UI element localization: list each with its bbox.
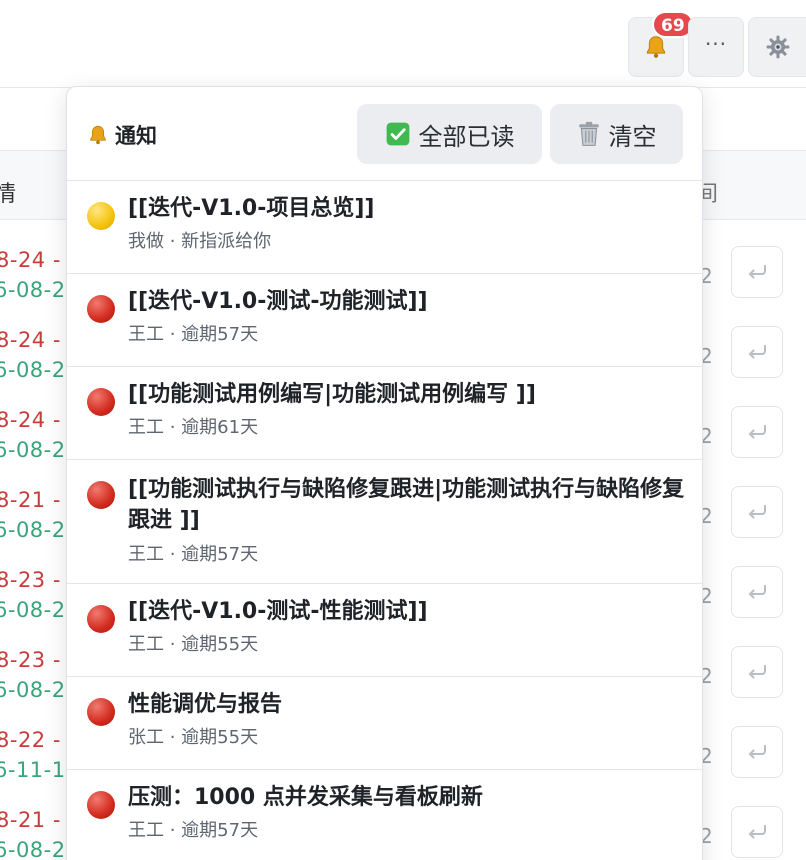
notification-item[interactable]: [[迭代-V1.0-项目总览]] 我做 · 新指派给你 (67, 181, 702, 274)
settings-button[interactable] (748, 17, 806, 77)
return-button[interactable] (731, 406, 783, 458)
status-dot-icon (87, 481, 115, 509)
start-date: 8-24 - (0, 408, 61, 432)
notification-item[interactable]: [[迭代-V1.0-测试-功能测试]] 王工 · 逾期57天 (67, 274, 702, 367)
end-date: 6-08-2 (0, 838, 66, 860)
notification-meta: 我做 · 新指派给你 (128, 231, 272, 252)
mark-all-read-label: 全部已读 (418, 122, 515, 151)
return-button[interactable] (731, 566, 783, 618)
return-button[interactable] (731, 246, 783, 298)
status-dot-icon (87, 698, 115, 726)
popover-title-text: 通知 (115, 124, 157, 148)
notification-title: [[迭代-V1.0-测试-性能测试]] (128, 599, 428, 624)
notification-title: [[功能测试用例编写|功能测试用例编写 ]] (128, 382, 536, 407)
status-dot-icon (87, 791, 115, 819)
return-icon (748, 265, 766, 279)
end-date: 6-08-2 (0, 518, 66, 542)
end-date: 6-08-2 (0, 678, 66, 702)
status-dot-icon (87, 605, 115, 633)
notification-title: 性能调优与报告 (128, 692, 283, 717)
notification-meta: 王工 · 逾期57天 (128, 820, 259, 841)
mark-all-read-button[interactable]: 全部已读 (357, 104, 542, 164)
popover-title: 通知 (87, 120, 157, 150)
return-button[interactable] (731, 806, 783, 858)
notification-title: [[迭代-V1.0-测试-功能测试]] (128, 289, 428, 314)
notification-meta: 王工 · 逾期57天 (128, 324, 259, 345)
start-date: 8-23 - (0, 648, 61, 672)
return-button[interactable] (731, 646, 783, 698)
start-date: 8-24 - (0, 328, 61, 352)
end-date: 6-08-2 (0, 438, 66, 462)
notification-title: [[功能测试执行与缺陷修复跟进|功能测试执行与缺陷修复跟进 ]] (128, 477, 685, 533)
return-icon (748, 745, 766, 759)
start-date: 8-22 - (0, 728, 61, 752)
end-date: 6-08-2 (0, 598, 66, 622)
notification-item[interactable]: [[功能测试执行与缺陷修复跟进|功能测试执行与缺陷修复跟进 ]] 王工 · 逾期… (67, 460, 702, 584)
more-options-button[interactable]: ··· (688, 17, 744, 77)
return-icon (748, 825, 766, 839)
trash-icon (577, 121, 601, 147)
return-button[interactable] (731, 726, 783, 778)
check-icon (385, 121, 411, 147)
notification-title: 压测：1000 点并发采集与看板刷新 (128, 785, 483, 810)
notification-item[interactable]: 压测：1000 点并发采集与看板刷新 王工 · 逾期57天 (67, 770, 702, 860)
notification-popover: 通知 全部已读 清空 [[迭代-V1.0-项目总览]] 我做 · 新指派给你 [… (66, 86, 703, 860)
return-icon (748, 665, 766, 679)
return-button[interactable] (731, 486, 783, 538)
more-icon: ··· (704, 32, 728, 56)
status-dot-icon (87, 295, 115, 323)
notification-item[interactable]: 性能调优与报告 张工 · 逾期55天 (67, 677, 702, 770)
notification-title: [[迭代-V1.0-项目总览]] (128, 196, 375, 221)
clear-button[interactable]: 清空 (550, 104, 683, 164)
start-date: 8-23 - (0, 568, 61, 592)
end-date: 6-08-2 (0, 358, 66, 382)
gear-icon (766, 35, 789, 59)
popover-header: 通知 全部已读 清空 (67, 87, 702, 181)
end-date: 6-08-2 (0, 278, 66, 302)
notification-meta: 张工 · 逾期55天 (128, 727, 259, 748)
return-button[interactable] (731, 326, 783, 378)
status-dot-icon (87, 388, 115, 416)
notification-meta: 王工 · 逾期55天 (128, 634, 259, 655)
start-date: 8-24 - (0, 248, 61, 272)
clear-label: 清空 (608, 122, 657, 151)
notification-item[interactable]: [[迭代-V1.0-测试-性能测试]] 王工 · 逾期55天 (67, 584, 702, 677)
return-icon (748, 585, 766, 599)
notification-meta: 王工 · 逾期57天 (128, 544, 259, 565)
return-icon (748, 345, 766, 359)
start-date: 8-21 - (0, 808, 61, 832)
start-date: 8-21 - (0, 488, 61, 512)
bell-icon (90, 125, 106, 145)
return-icon (748, 425, 766, 439)
return-icon (748, 505, 766, 519)
table-header-left: 情 (0, 182, 17, 207)
status-dot-icon (87, 202, 115, 230)
notification-meta: 王工 · 逾期61天 (128, 417, 259, 438)
notification-item[interactable]: [[功能测试用例编写|功能测试用例编写 ]] 王工 · 逾期61天 (67, 367, 702, 460)
top-bar: 69 ··· (0, 0, 806, 88)
